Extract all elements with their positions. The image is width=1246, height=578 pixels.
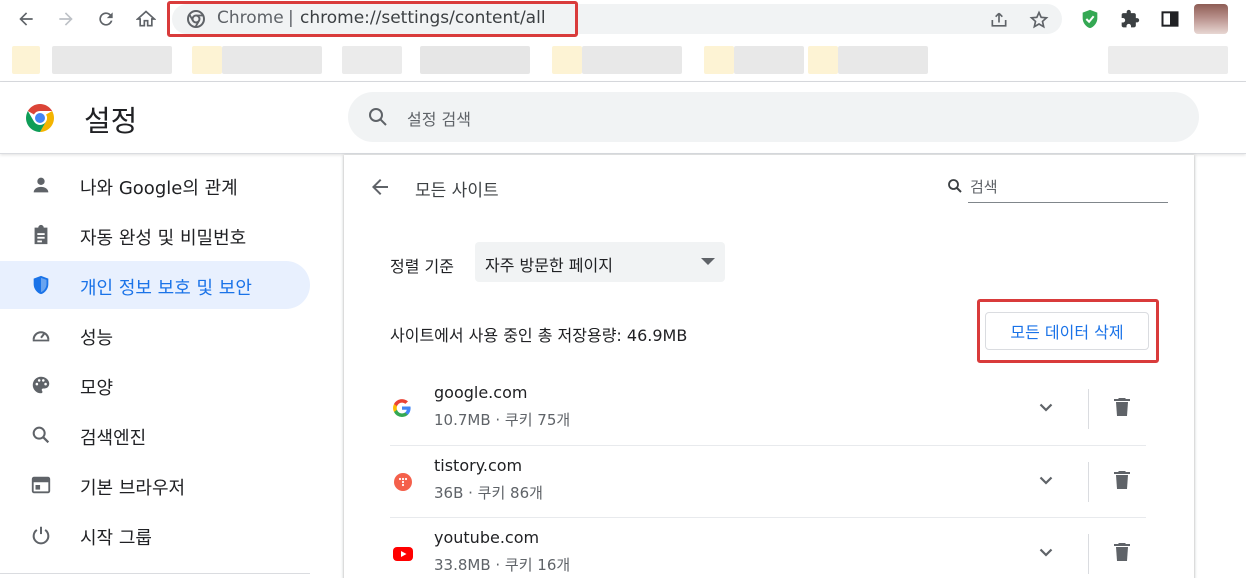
sidebar-item-performance[interactable]: 성능 — [0, 311, 310, 359]
bookmark-item[interactable] — [192, 46, 222, 74]
chevron-down-icon[interactable] — [1034, 540, 1058, 564]
bookmark-item[interactable] — [734, 46, 804, 74]
sidebar-item-privacy-security[interactable]: 개인 정보 보호 및 보안 — [0, 261, 310, 309]
bookmark-item[interactable] — [704, 46, 734, 74]
site-search-input[interactable] — [968, 171, 1168, 203]
profile-avatar[interactable] — [1194, 4, 1228, 34]
sidebar-item-google-account[interactable]: 나와 Google의 관계 — [0, 161, 310, 209]
search-icon — [366, 105, 390, 129]
search-placeholder: 설정 검색 — [407, 110, 471, 129]
reload-icon[interactable] — [94, 7, 118, 31]
home-icon[interactable] — [134, 7, 158, 31]
site-name: tistory.com — [434, 456, 523, 475]
site-row-tistory[interactable]: tistory.com 36B · 쿠키 86개 — [390, 445, 1146, 517]
sidebar-item-default-browser[interactable]: 기본 브라우저 — [0, 461, 310, 509]
sort-label: 정렬 기준 — [390, 257, 454, 276]
all-sites-card: 모든 사이트 정렬 기준 자주 방문한 페이지 사이트에서 사용 중인 총 저장… — [344, 155, 1194, 578]
sidebar-item-search-engine[interactable]: 검색엔진 — [0, 411, 310, 459]
sidebar-item-appearance[interactable]: 모양 — [0, 361, 310, 409]
sidebar-item-label: 시작 그룹 — [80, 528, 152, 549]
sidebar-item-on-startup[interactable]: 시작 그룹 — [0, 511, 310, 559]
sidebar-item-label: 검색엔진 — [80, 428, 147, 449]
settings-sidebar: 나와 Google의 관계 자동 완성 및 비밀번호 개인 정보 보호 및 보안… — [0, 155, 322, 578]
sort-dropdown[interactable]: 자주 방문한 페이지 — [475, 242, 725, 282]
site-name: youtube.com — [434, 528, 540, 547]
chevron-down-icon[interactable] — [1034, 468, 1058, 492]
sidebar-item-label: 모양 — [80, 378, 114, 399]
youtube-favicon-icon — [393, 544, 413, 564]
row-divider — [1088, 462, 1089, 502]
trash-icon[interactable] — [1110, 468, 1134, 492]
bookmark-item[interactable] — [1108, 46, 1228, 74]
omnibox-separator: | — [288, 8, 294, 28]
adblock-shield-icon[interactable] — [1079, 8, 1101, 30]
sidebar-item-label: 나와 Google의 관계 — [80, 178, 238, 199]
side-panel-icon[interactable] — [1159, 8, 1181, 30]
dropdown-caret-icon — [701, 258, 715, 265]
bookmarks-bar — [0, 38, 1246, 82]
google-favicon-icon — [393, 399, 413, 419]
back-arrow-icon[interactable] — [368, 175, 392, 199]
browser-toolbar: Chrome | chrome://settings/content/all — [0, 0, 1246, 38]
sidebar-item-label: 성능 — [80, 328, 114, 349]
sidebar-item-label: 자동 완성 및 비밀번호 — [80, 228, 247, 249]
site-usage: 36B · 쿠키 86개 — [434, 484, 543, 502]
bookmark-item[interactable] — [52, 46, 172, 74]
bookmark-item[interactable] — [582, 46, 682, 74]
extensions-puzzle-icon[interactable] — [1119, 8, 1141, 30]
storage-usage-text: 사이트에서 사용 중인 총 저장용량: 46.9MB — [390, 326, 688, 345]
browser-window-icon — [29, 473, 53, 497]
bookmark-item[interactable] — [12, 46, 40, 74]
share-icon[interactable] — [988, 9, 1010, 31]
page-title: 설정 — [84, 104, 138, 138]
forward-icon[interactable] — [54, 7, 78, 31]
site-row-google[interactable]: google.com 10.7MB · 쿠키 75개 — [390, 373, 1146, 445]
sidebar-item-label: 기본 브라우저 — [80, 478, 186, 499]
sort-selected-value: 자주 방문한 페이지 — [485, 256, 613, 275]
palette-icon — [29, 373, 53, 397]
tistory-favicon-icon — [393, 472, 413, 492]
site-row-youtube[interactable]: youtube.com 33.8MB · 쿠키 16개 — [390, 517, 1146, 578]
subpage-title: 모든 사이트 — [415, 181, 499, 201]
settings-search-input[interactable]: 설정 검색 — [348, 92, 1199, 142]
back-icon[interactable] — [14, 7, 38, 31]
chrome-icon — [186, 9, 206, 29]
search-icon — [29, 423, 53, 447]
sidebar-divider — [0, 573, 310, 574]
sidebar-item-autofill[interactable]: 자동 완성 및 비밀번호 — [0, 211, 310, 259]
person-icon — [29, 173, 53, 197]
clipboard-icon — [29, 223, 53, 247]
omnibox-chrome-label: Chrome — [217, 8, 284, 28]
chevron-down-icon[interactable] — [1034, 395, 1058, 419]
site-usage: 33.8MB · 쿠키 16개 — [434, 556, 571, 574]
trash-icon[interactable] — [1110, 395, 1134, 419]
shield-icon — [29, 273, 53, 297]
settings-header: 설정 설정 검색 — [0, 82, 1246, 154]
site-usage: 10.7MB · 쿠키 75개 — [434, 411, 571, 429]
site-name: google.com — [434, 383, 528, 402]
chrome-logo-icon — [24, 102, 56, 134]
bookmark-item[interactable] — [552, 46, 582, 74]
power-icon — [29, 523, 53, 547]
trash-icon[interactable] — [1110, 540, 1134, 564]
speedometer-icon — [29, 323, 53, 347]
url-text[interactable]: chrome://settings/content/all — [300, 8, 546, 28]
bookmark-item[interactable] — [420, 46, 530, 74]
row-divider — [1088, 534, 1089, 574]
bookmark-item[interactable] — [838, 46, 928, 74]
bookmark-star-icon[interactable] — [1028, 9, 1050, 31]
bookmark-item[interactable] — [222, 46, 322, 74]
search-icon — [946, 177, 964, 195]
bookmark-item[interactable] — [808, 46, 838, 74]
bookmark-item[interactable] — [342, 46, 402, 74]
clear-all-data-button[interactable]: 모든 데이터 삭제 — [985, 312, 1149, 350]
sidebar-item-label: 개인 정보 보호 및 보안 — [80, 278, 252, 299]
row-divider — [1088, 389, 1089, 429]
